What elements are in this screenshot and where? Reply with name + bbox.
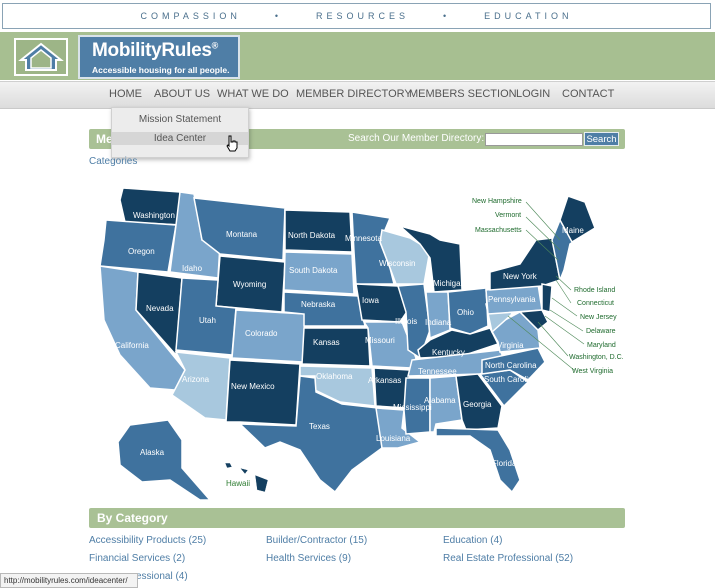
nav-login[interactable]: LOGIN [516, 88, 550, 100]
search-input[interactable] [485, 133, 583, 146]
label-massachusetts: Massachusetts [475, 227, 522, 234]
label-new-mexico: New Mexico [231, 382, 275, 391]
category-education[interactable]: Education (4) [443, 535, 502, 546]
label-south-carolina: South Carolina [484, 375, 537, 384]
state-kansas [301, 327, 371, 367]
category-partial[interactable]: essional (4) [136, 571, 188, 582]
nav-contact[interactable]: CONTACT [562, 88, 614, 100]
label-hawaii: Hawaii [226, 479, 250, 488]
label-delaware: Delaware [586, 328, 616, 335]
nav-home[interactable]: HOME [109, 88, 142, 100]
dropdown-mission-statement[interactable]: Mission Statement [112, 113, 248, 127]
tagline-compassion: COMPASSION [140, 11, 241, 21]
label-washington-dc: Washington, D.C. [569, 354, 624, 361]
label-missouri: Missouri [365, 336, 395, 345]
state-arizona [171, 351, 231, 421]
nav-about-us[interactable]: ABOUT US [154, 88, 210, 100]
hand-pointer-icon [225, 135, 239, 158]
tagline-dot: • [443, 11, 451, 21]
tagline-education: EDUCATION [484, 11, 573, 21]
label-florida: Florida [492, 459, 517, 468]
category-real-estate-professional[interactable]: Real Estate Professional (52) [443, 553, 573, 564]
state-oregon [99, 219, 177, 273]
category-health-services[interactable]: Health Services (9) [266, 553, 351, 564]
category-builder-contractor[interactable]: Builder/Contractor (15) [266, 535, 367, 546]
label-colorado: Colorado [245, 329, 278, 338]
tagline-resources: RESOURCES [315, 11, 409, 21]
category-financial-services[interactable]: Financial Services (2) [89, 553, 185, 564]
label-new-york: New York [503, 272, 538, 281]
label-utah: Utah [199, 316, 216, 325]
label-minnesota: Minnesota [345, 234, 382, 243]
label-south-dakota: South Dakota [289, 266, 338, 275]
label-west-virginia: West Virginia [572, 368, 613, 375]
main-nav: HOME ABOUT US WHAT WE DO MEMBER DIRECTOR… [0, 81, 715, 109]
brand-name: MobilityRules [92, 40, 212, 61]
label-california: California [115, 341, 149, 350]
label-texas: Texas [309, 422, 330, 431]
label-illinois: Illinois [395, 317, 417, 326]
label-maryland: Maryland [587, 342, 616, 349]
label-maine: Maine [562, 226, 584, 235]
category-accessibility-products[interactable]: Accessibility Products (25) [89, 535, 206, 546]
search-button[interactable]: Search [584, 132, 619, 146]
by-category-title: By Category [97, 511, 168, 525]
us-states-map: Washington Oregon California Nevada Idah… [99, 187, 624, 501]
tagline-dot: • [274, 11, 282, 21]
label-indiana: Indiana [425, 318, 452, 327]
label-washington: Washington [133, 211, 175, 220]
nav-members-section[interactable]: MEMBERS SECTION [409, 88, 517, 100]
label-louisiana: Louisiana [376, 434, 411, 443]
nav-member-directory[interactable]: MEMBER DIRECTORY [296, 88, 412, 100]
label-idaho: Idaho [182, 264, 203, 273]
state-new-mexico [225, 359, 301, 426]
label-iowa: Iowa [362, 296, 379, 305]
label-oregon: Oregon [128, 247, 155, 256]
label-north-carolina: North Carolina [485, 361, 537, 370]
label-arkansas: Arkansas [368, 376, 401, 385]
brand-reg: ® [211, 40, 219, 51]
brand-tagline: Accessible housing for all people. [92, 65, 230, 75]
brand-logo[interactable]: MobilityRules® Accessible housing for al… [78, 35, 240, 79]
label-oklahoma: Oklahoma [316, 372, 353, 381]
label-ohio: Ohio [457, 308, 474, 317]
label-kentucky: Kentucky [432, 348, 465, 357]
label-alaska: Alaska [140, 448, 165, 457]
tagline-banner: COMPASSION • RESOURCES • EDUCATION [2, 3, 711, 29]
label-wyoming: Wyoming [233, 280, 266, 289]
label-montana: Montana [226, 230, 258, 239]
label-pennsylvania: Pennsylvania [488, 295, 536, 304]
state-alaska [117, 419, 212, 501]
label-nevada: Nevada [146, 304, 174, 313]
label-arizona: Arizona [182, 375, 210, 384]
label-kansas: Kansas [313, 338, 340, 347]
label-new-jersey: New Jersey [580, 314, 617, 321]
label-nebraska: Nebraska [301, 300, 336, 309]
status-bar-url: http://mobilityrules.com/ideacenter/ [0, 573, 138, 588]
categories-link[interactable]: Categories [89, 156, 137, 167]
house-logo-icon[interactable] [14, 38, 68, 76]
state-new-york [489, 237, 561, 291]
nav-what-we-do[interactable]: WHAT WE DO [217, 88, 289, 100]
label-michigan: Michigan [433, 279, 465, 288]
label-connecticut: Connecticut [577, 300, 614, 307]
label-georgia: Georgia [463, 400, 492, 409]
label-north-dakota: North Dakota [288, 231, 336, 240]
state-indiana [425, 291, 451, 340]
label-virginia: Virginia [497, 341, 524, 350]
search-label: Search Our Member Directory: [348, 133, 485, 144]
state-new-jersey [541, 283, 553, 313]
label-wisconsin: Wisconsin [379, 259, 415, 268]
label-tennessee: Tennessee [418, 367, 457, 376]
label-alabama: Alabama [424, 396, 456, 405]
label-vermont: Vermont [495, 212, 521, 219]
label-rhode-island: Rhode Island [574, 287, 615, 294]
by-category-bar: By Category [89, 508, 625, 528]
label-new-hampshire: New Hampshire [472, 198, 522, 205]
